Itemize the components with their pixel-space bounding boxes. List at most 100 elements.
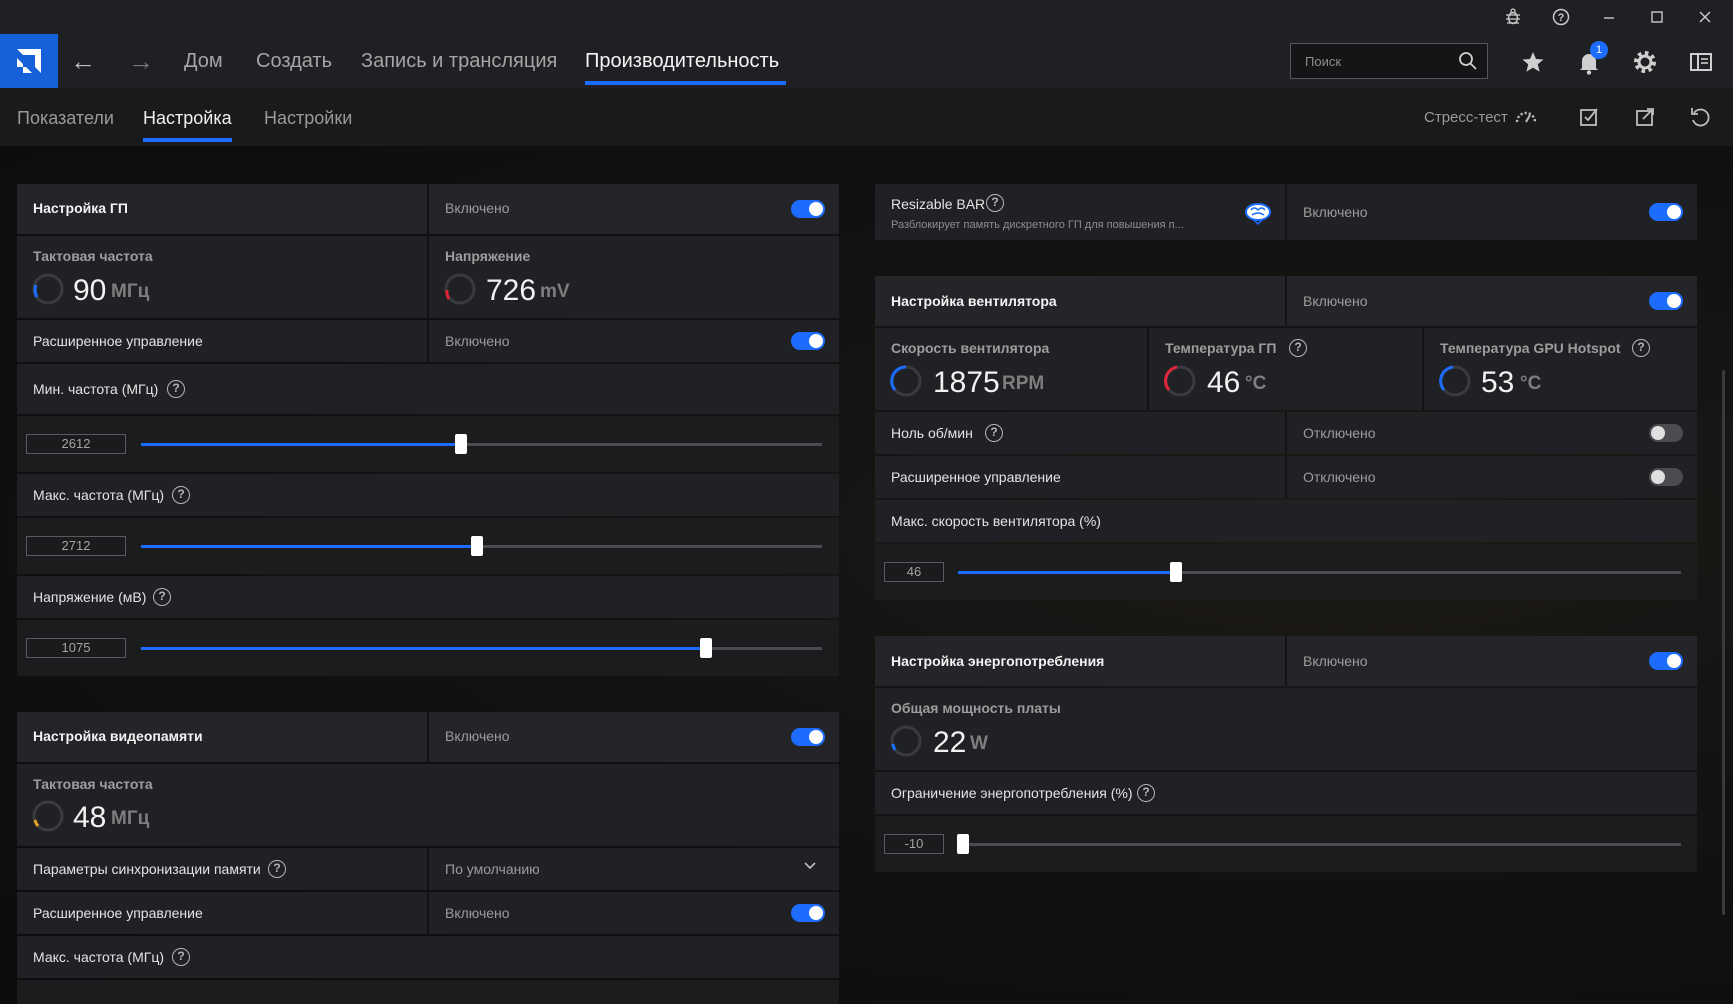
search-box[interactable]: Поиск (1290, 43, 1488, 79)
help-icon[interactable]: ? (1550, 6, 1572, 28)
subtab-metrics[interactable]: Показатели (17, 108, 114, 129)
fan-advanced-toggle[interactable] (1649, 468, 1683, 486)
memory-timing-help-icon[interactable]: ? (268, 860, 286, 878)
fan-advanced-status: Отключено (1303, 469, 1376, 485)
gpu-temp-gauge-icon (1164, 365, 1196, 397)
max-freq-input[interactable]: 2712 (26, 536, 126, 556)
max-fan-speed-slider[interactable] (958, 562, 1681, 582)
hotspot-temp-gauge-icon (1439, 365, 1471, 397)
gpu-voltage-gauge-icon (444, 273, 476, 305)
back-arrow-icon[interactable]: ← (68, 47, 98, 77)
min-freq-help-icon[interactable]: ? (167, 380, 185, 398)
gpu-clock-value: 90 (73, 274, 107, 307)
gpu-clock-gauge-icon (32, 273, 64, 305)
sidebar-toggle-icon[interactable] (1685, 46, 1717, 78)
vram-tuning-status: Включено (445, 728, 510, 744)
fan-speed-unit: RPM (1002, 373, 1045, 394)
subtab-settings[interactable]: Настройки (264, 108, 352, 129)
export-icon[interactable] (1632, 104, 1658, 130)
gpu-clock-label: Тактовая частота (33, 248, 153, 264)
voltage-mv-slider-thumb[interactable] (699, 638, 712, 658)
board-power-unit: W (970, 733, 988, 754)
power-tuning-title: Настройка энергопотребления (891, 653, 1105, 669)
tab-record-stream[interactable]: Запись и трансляция (361, 50, 557, 73)
apply-changes-icon[interactable] (1576, 104, 1602, 130)
amd-logo-icon[interactable] (0, 34, 58, 88)
subtab-tuning[interactable]: Настройка (143, 108, 232, 129)
gpu-tuning-toggle[interactable] (791, 200, 825, 218)
max-freq-slider[interactable] (141, 536, 822, 556)
gpu-clock-unit: МГц (111, 281, 150, 302)
fan-tuning-title: Настройка вентилятора (891, 293, 1057, 309)
gpu-advanced-status: Включено (445, 333, 510, 349)
settings-gear-icon[interactable] (1629, 46, 1661, 78)
stress-test-gauge-icon[interactable] (1513, 104, 1539, 130)
max-fan-speed-label: Макс. скорость вентилятора (%) (891, 513, 1101, 529)
gpu-tuning-status: Включено (445, 200, 510, 216)
vram-clock-unit: МГц (111, 808, 150, 829)
hotspot-temp-value: 53 (1481, 366, 1515, 399)
zero-rpm-help-icon[interactable]: ? (985, 424, 1003, 442)
hotspot-temp-help-icon[interactable]: ? (1632, 339, 1650, 357)
gpu-advanced-label: Расширенное управление (33, 333, 203, 349)
vram-clock-gauge-icon (32, 800, 64, 832)
power-limit-slider-thumb[interactable] (957, 834, 969, 854)
memory-timing-dropdown[interactable]: По умолчанию (445, 861, 540, 877)
min-freq-slider[interactable] (141, 434, 822, 454)
scrollbar[interactable] (1722, 370, 1725, 915)
hotspot-temp-unit: °C (1520, 373, 1542, 394)
gpu-voltage-label: Напряжение (445, 248, 531, 264)
chevron-down-icon[interactable] (802, 857, 818, 878)
power-tuning-toggle[interactable] (1649, 652, 1683, 670)
gpu-temp-unit: °C (1245, 373, 1267, 394)
tab-performance[interactable]: Производительность (585, 50, 779, 73)
fan-tuning-toggle[interactable] (1649, 292, 1683, 310)
tab-create[interactable]: Создать (256, 50, 332, 73)
forward-arrow-icon[interactable]: → (126, 47, 156, 77)
title-bar (0, 0, 1733, 34)
zero-rpm-status: Отключено (1303, 425, 1376, 441)
voltage-mv-slider[interactable] (141, 638, 822, 658)
gpu-tuning-header (17, 184, 839, 234)
min-freq-input[interactable]: 2612 (26, 434, 126, 454)
min-freq-slider-thumb[interactable] (455, 434, 468, 454)
gpu-temp-help-icon[interactable]: ? (1289, 339, 1307, 357)
active-tab-indicator (585, 81, 786, 85)
vram-advanced-toggle[interactable] (791, 904, 825, 922)
stress-test-label[interactable]: Стресс-тест (1424, 109, 1508, 126)
brain-icon (1245, 203, 1271, 226)
power-limit-slider[interactable] (957, 834, 1681, 854)
vram-clock-value: 48 (73, 801, 107, 834)
vram-max-freq-slider-row (17, 980, 839, 1004)
max-fan-speed-input[interactable]: 46 (884, 562, 944, 582)
close-icon[interactable] (1694, 6, 1716, 28)
voltage-mv-input[interactable]: 1075 (26, 638, 126, 658)
zero-rpm-toggle[interactable] (1649, 424, 1683, 442)
resizable-bar-status: Включено (1303, 204, 1368, 220)
vram-max-freq-help-icon[interactable]: ? (172, 948, 190, 966)
reset-icon[interactable] (1687, 104, 1713, 130)
gpu-advanced-toggle[interactable] (791, 332, 825, 350)
bug-report-icon[interactable] (1502, 6, 1524, 28)
memory-timing-label: Параметры синхронизации памяти (33, 861, 261, 877)
power-limit-help-icon[interactable]: ? (1137, 784, 1155, 802)
maximize-icon[interactable] (1646, 6, 1668, 28)
favorites-star-icon[interactable] (1517, 46, 1549, 78)
zero-rpm-label: Ноль об/мин (891, 425, 973, 441)
resizable-bar-toggle[interactable] (1649, 203, 1683, 221)
fan-speed-value: 1875 (933, 366, 1000, 399)
max-freq-slider-thumb[interactable] (470, 536, 483, 556)
power-limit-input[interactable]: -10 (884, 834, 944, 854)
vram-max-freq-label: Макс. частота (МГц) (33, 949, 164, 965)
max-freq-help-icon[interactable]: ? (172, 486, 190, 504)
resizable-bar-help-icon[interactable]: ? (986, 194, 1004, 212)
voltage-mv-help-icon[interactable]: ? (153, 588, 171, 606)
search-icon[interactable] (1457, 50, 1479, 72)
max-fan-speed-slider-thumb[interactable] (1170, 562, 1183, 582)
gpu-tuning-title: Настройка ГП (33, 200, 128, 216)
minimize-icon[interactable] (1598, 6, 1620, 28)
resizable-bar-title: Resizable BAR (891, 196, 986, 212)
min-freq-label: Мин. частота (МГц) (33, 381, 159, 397)
vram-tuning-toggle[interactable] (791, 728, 825, 746)
tab-home[interactable]: Дом (184, 50, 223, 73)
